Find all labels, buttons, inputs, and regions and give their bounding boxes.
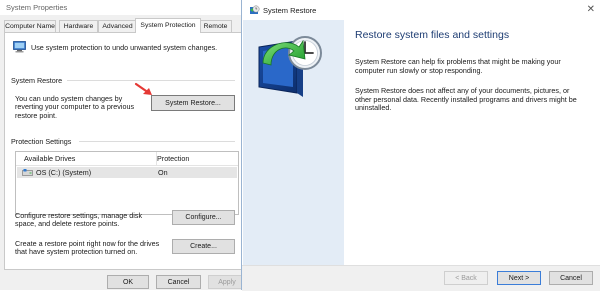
- tab-hardware[interactable]: Hardware: [59, 20, 98, 32]
- next-button[interactable]: Next >: [497, 271, 541, 285]
- tab-system-protection[interactable]: System Protection: [135, 18, 201, 33]
- system-restore-hero-icon: [258, 36, 322, 97]
- ok-button[interactable]: OK: [107, 275, 149, 289]
- wizard-title: System Restore: [263, 6, 317, 15]
- tab-remote[interactable]: Remote: [199, 20, 232, 32]
- system-restore-icon: [250, 5, 260, 14]
- create-description: Create a restore point right now for the…: [15, 239, 160, 257]
- close-icon[interactable]: ✕: [587, 4, 595, 15]
- back-button[interactable]: < Back: [444, 271, 488, 285]
- system-properties-title: System Properties: [6, 3, 68, 12]
- system-restore-group-label: System Restore: [11, 76, 63, 85]
- create-button[interactable]: Create...: [172, 239, 235, 254]
- wizard-sidebar: [243, 20, 344, 265]
- system-properties-window: System Properties Computer Name Hardware…: [0, 0, 247, 290]
- column-header-protection[interactable]: Protection: [157, 154, 189, 163]
- system-properties-titlebar[interactable]: System Properties: [0, 0, 246, 15]
- tab-strip: Computer Name Hardware Advanced System P…: [4, 18, 246, 33]
- drive-icon: [22, 169, 33, 176]
- drives-table[interactable]: Available Drives Protection OS (C:) (Sys…: [15, 151, 239, 215]
- cancel-button[interactable]: Cancel: [156, 275, 201, 289]
- system-protection-intro: Use system protection to undo unwanted s…: [31, 43, 218, 52]
- header-divider: [16, 165, 238, 166]
- tab-advanced[interactable]: Advanced: [98, 20, 137, 32]
- configure-description: Configure restore settings, manage disk …: [15, 211, 143, 229]
- computer-shield-icon: [13, 41, 26, 53]
- wizard-paragraph-2: System Restore does not affect any of yo…: [355, 86, 577, 113]
- system-restore-divider: [67, 80, 235, 81]
- drive-name-cell: OS (C:) (System): [36, 168, 92, 177]
- protection-settings-divider: [79, 141, 235, 142]
- wizard-heading: Restore system files and settings: [355, 29, 510, 41]
- wizard-titlebar[interactable]: System Restore ✕: [242, 0, 600, 20]
- wizard-paragraph-1: System Restore can help fix problems tha…: [355, 57, 561, 75]
- protection-settings-group-label: Protection Settings: [11, 137, 72, 146]
- wizard-footer: [242, 265, 600, 291]
- system-restore-button[interactable]: System Restore...: [151, 95, 235, 111]
- system-restore-description: You can undo system changes by reverting…: [15, 94, 135, 120]
- protection-status-cell: On: [158, 168, 168, 177]
- pointer-arrow-icon: [134, 82, 152, 95]
- system-restore-wizard: System Restore ✕ Restore system files an…: [241, 0, 600, 291]
- configure-button[interactable]: Configure...: [172, 210, 235, 225]
- table-row[interactable]: OS (C:) (System) On: [17, 167, 237, 178]
- tab-computer-name[interactable]: Computer Name: [4, 20, 56, 32]
- column-header-available-drives[interactable]: Available Drives: [24, 154, 75, 163]
- system-protection-panel: Use system protection to undo unwanted s…: [4, 32, 242, 270]
- wizard-cancel-button[interactable]: Cancel: [549, 271, 593, 285]
